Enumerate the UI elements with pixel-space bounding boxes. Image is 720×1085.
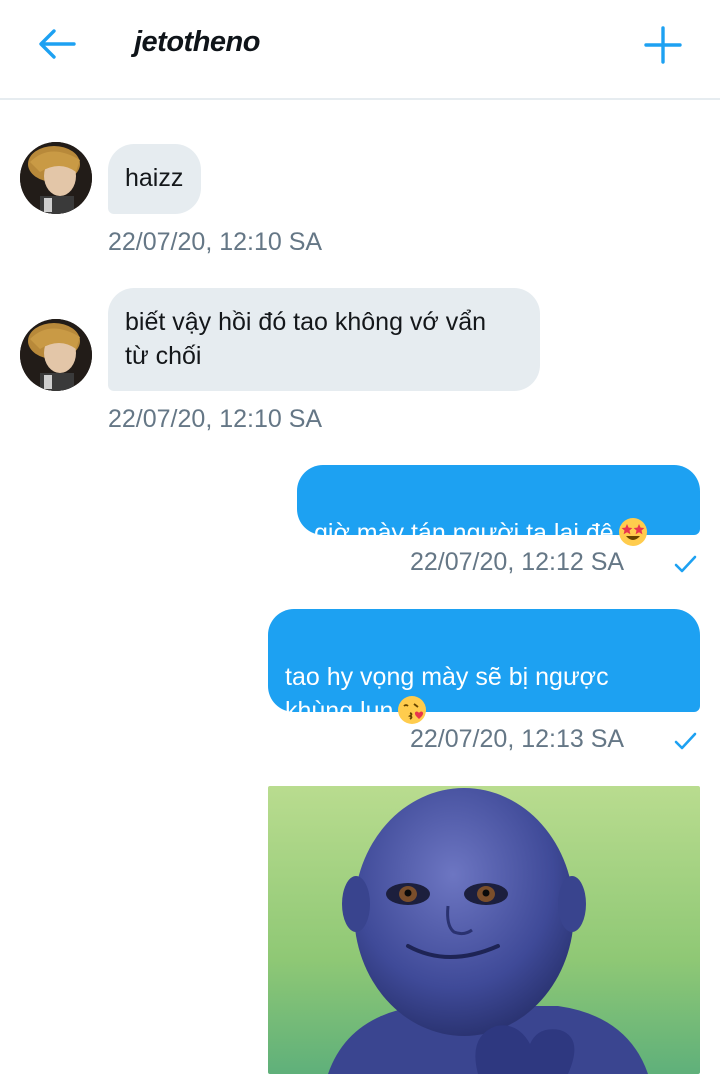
avatar[interactable]: [20, 142, 92, 214]
star-struck-emoji: [618, 518, 647, 546]
message-text: tao hy vọng mày sẽ bị ngược khùng lun: [285, 663, 609, 725]
arrow-left-icon: [39, 29, 76, 59]
message-timestamp: 22/07/20, 12:12 SA: [410, 548, 625, 576]
plus-icon: [644, 26, 682, 64]
message-bubble[interactable]: haizz: [108, 144, 202, 214]
message-bubble[interactable]: biết vậy hồi đó tao không vớ vẩn từ chối: [108, 288, 540, 391]
message-text: giờ mày tán người ta lại đê: [314, 519, 614, 547]
add-button[interactable]: [640, 22, 686, 68]
message-timestamp: 22/07/20, 12:10 SA: [108, 228, 323, 256]
kissing-heart-emoji: [398, 696, 427, 724]
message-bubble[interactable]: giờ mày tán người ta lại đê: [297, 465, 700, 547]
check-icon: [674, 555, 697, 573]
message-timestamp: 22/07/20, 12:10 SA: [108, 405, 323, 433]
message-bubble[interactable]: tao hy vọng mày sẽ bị ngược khùng lun: [268, 609, 700, 725]
blue-character-meme-image: [268, 786, 700, 1074]
message-timestamp: 22/07/20, 12:13 SA: [410, 725, 625, 753]
check-icon: [674, 732, 697, 750]
avatar-image: [20, 319, 92, 391]
avatar[interactable]: [20, 319, 92, 391]
message-image[interactable]: [268, 786, 700, 1074]
avatar-image: [20, 142, 92, 214]
conversation-header: jetotheno: [0, 0, 720, 100]
back-button[interactable]: [34, 24, 78, 64]
conversation-title[interactable]: jetotheno: [134, 26, 261, 59]
